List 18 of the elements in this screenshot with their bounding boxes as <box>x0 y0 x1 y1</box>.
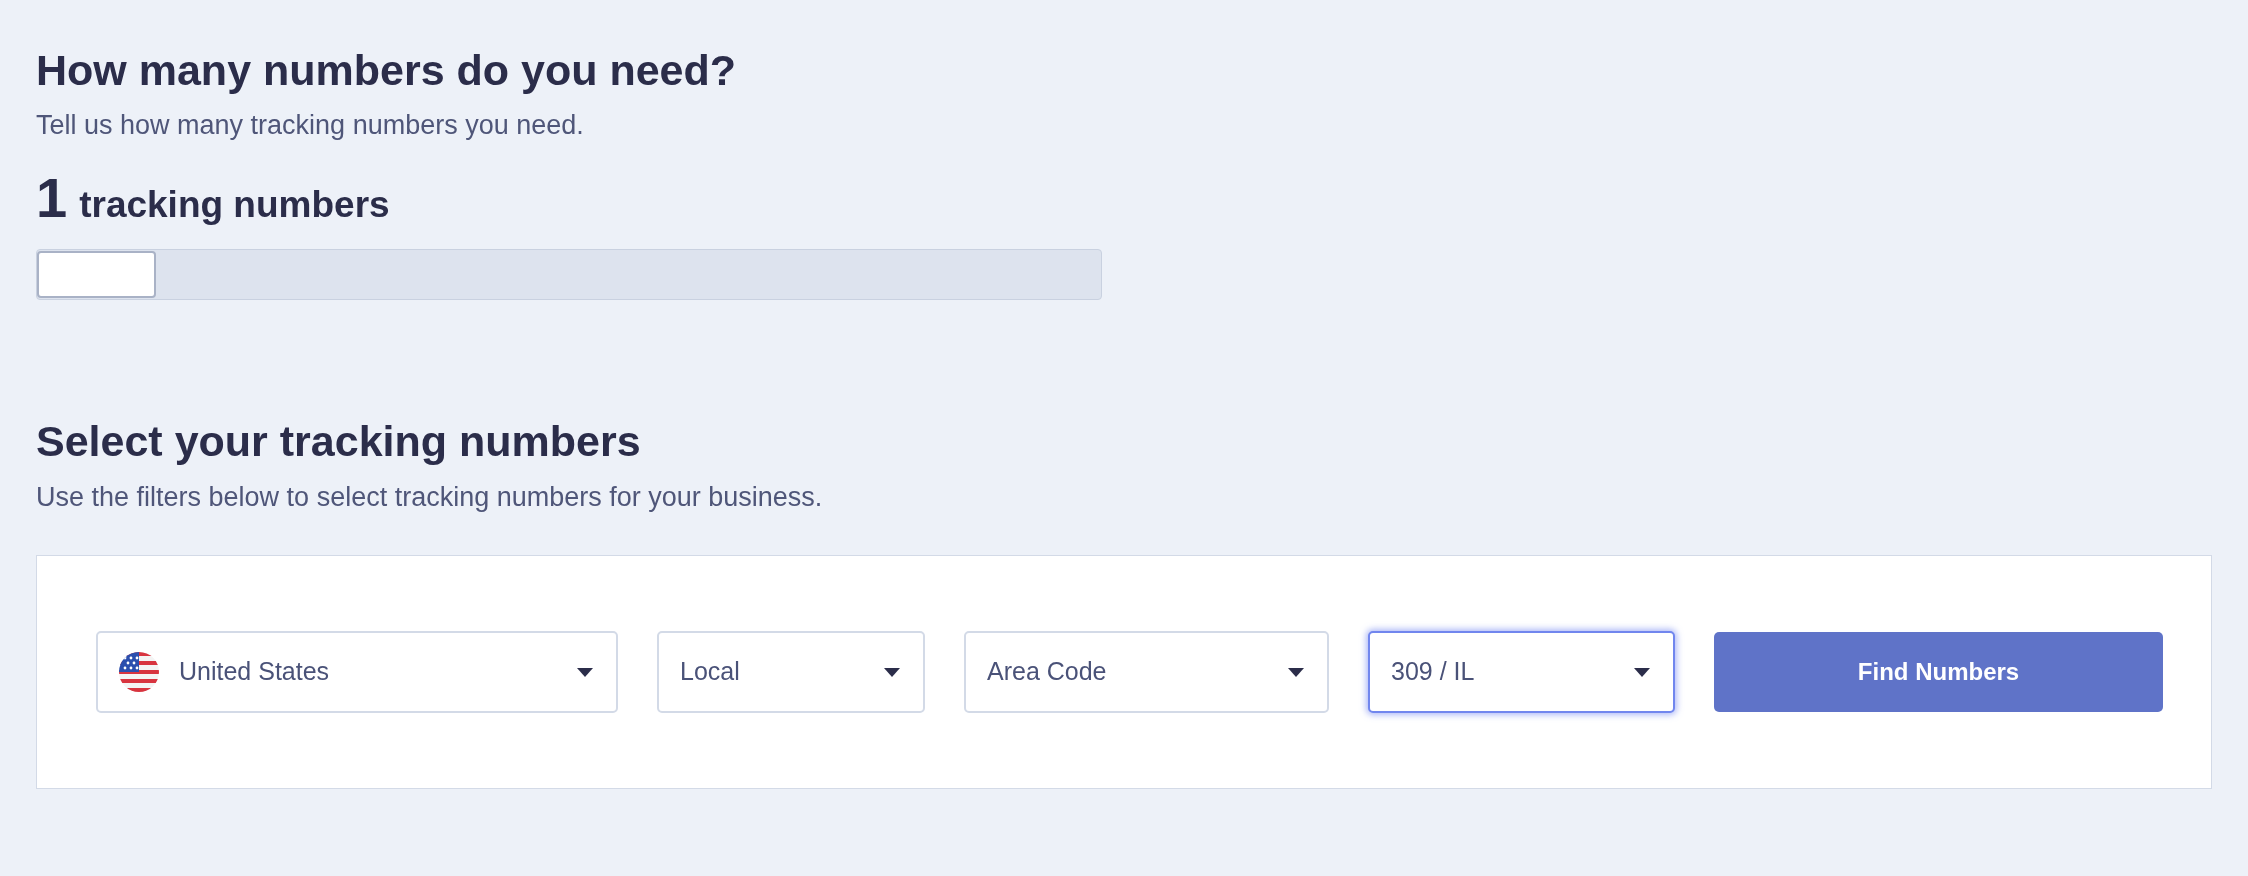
find-numbers-button[interactable]: Find Numbers <box>1714 632 2163 712</box>
number-count: 1 <box>36 168 68 228</box>
section-heading: How many numbers do you need? <box>36 46 737 94</box>
section-subtitle: Tell us how many tracking numbers you need. <box>36 110 584 140</box>
country-select[interactable]: United States <box>96 631 618 713</box>
caret-icon <box>1634 667 1650 677</box>
caret-icon <box>1288 667 1304 677</box>
slider-thumb[interactable] <box>37 251 156 298</box>
dropdown-select[interactable]: Area Code <box>964 631 1329 713</box>
caret-icon <box>577 667 593 677</box>
count-label: tracking numbers <box>79 185 390 225</box>
dropdown-select[interactable]: 309 / IL <box>1368 631 1675 713</box>
flag-icon <box>119 652 159 692</box>
dropdown-select[interactable]: Local <box>657 631 925 713</box>
section-subtitle: Use the filters below to select tracking numbers for your business. <box>36 482 823 512</box>
slider-track[interactable] <box>36 249 1102 300</box>
section-heading: Select your tracking numbers <box>36 417 641 465</box>
caret-icon <box>884 667 900 677</box>
